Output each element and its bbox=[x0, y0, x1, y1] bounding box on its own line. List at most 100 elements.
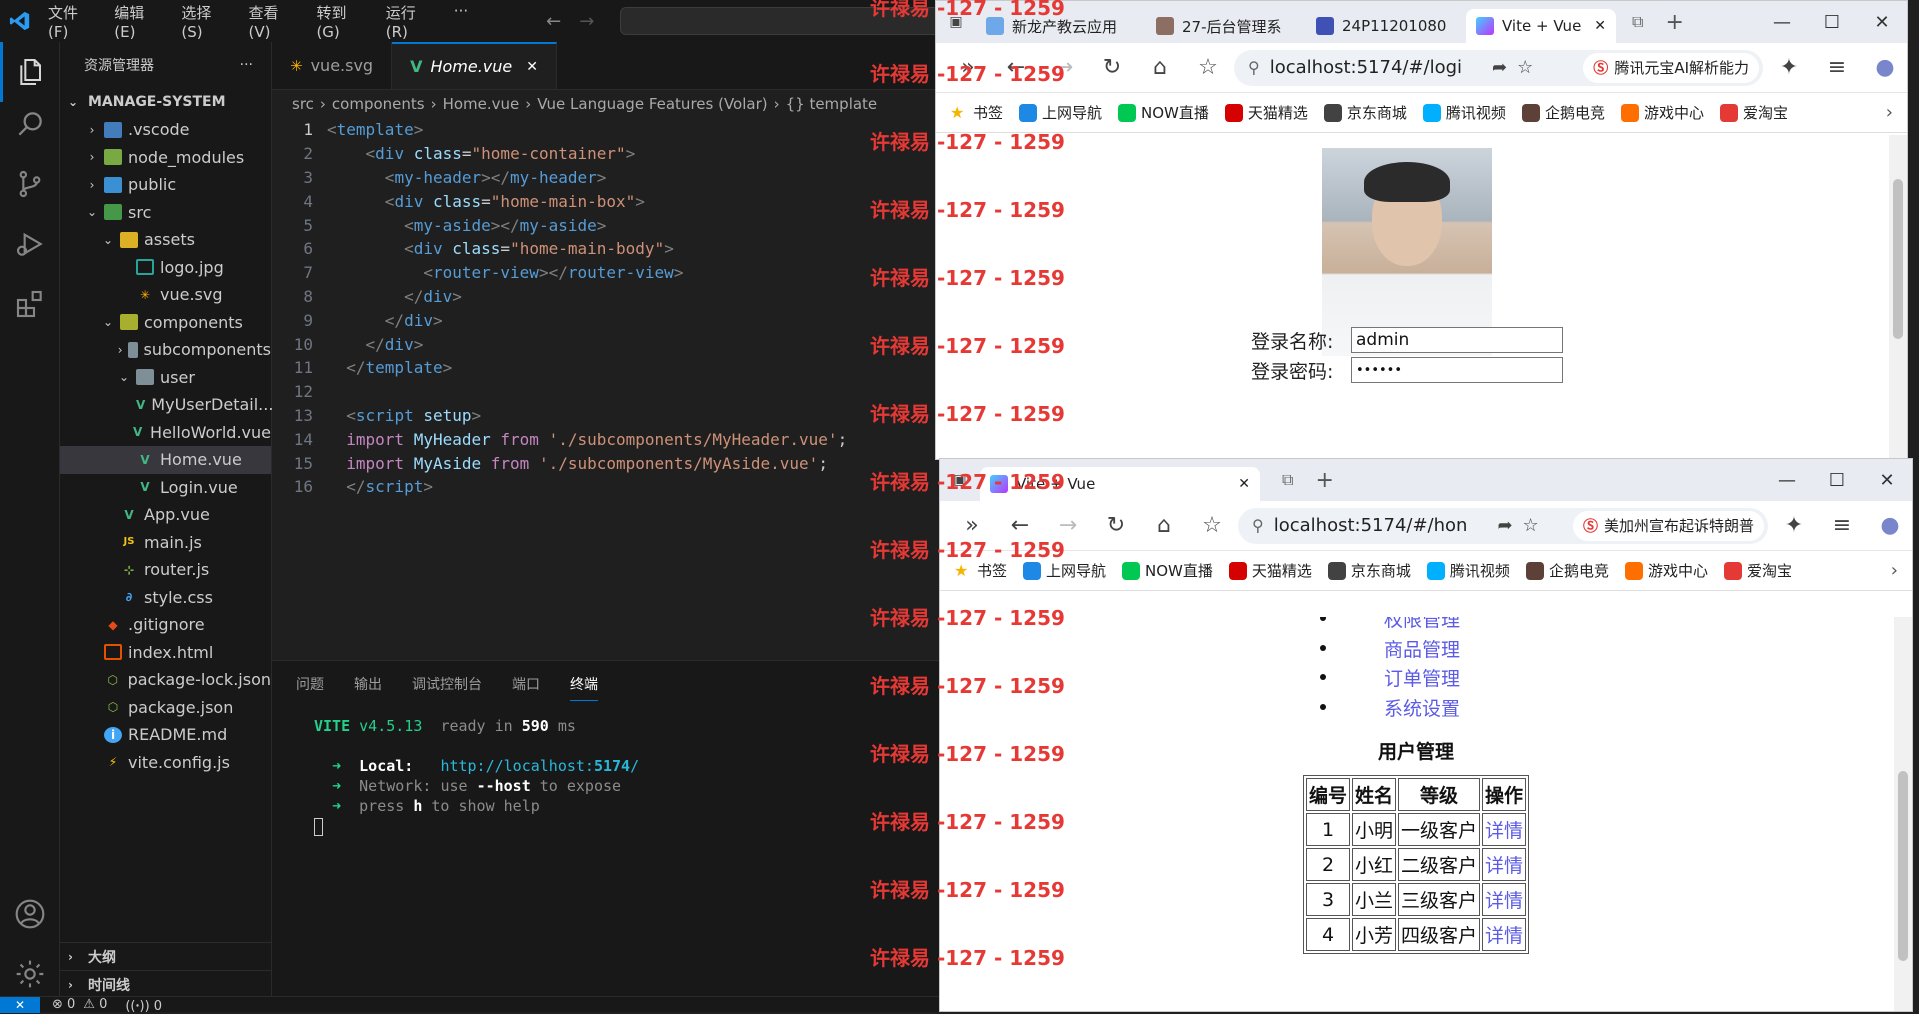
share-icon[interactable]: ➦ bbox=[1492, 57, 1507, 78]
menu-item[interactable]: 编辑(E) bbox=[106, 2, 173, 41]
local-url[interactable]: http://localhost:5174/ bbox=[440, 757, 639, 775]
tree-item[interactable]: logo.jpg bbox=[60, 254, 271, 282]
close-tab-icon[interactable]: ✕ bbox=[1238, 476, 1250, 492]
breadcrumb-item[interactable]: Vue Language Features (Volar) bbox=[537, 95, 767, 113]
source-control-icon[interactable] bbox=[0, 154, 60, 214]
tree-item[interactable]: V HelloWorld.vue bbox=[60, 419, 271, 447]
terminal[interactable]: VITE v4.5.13 ready in 590 ms ➜ Local: ht… bbox=[272, 707, 940, 837]
bookmark-item[interactable]: 游戏中心 bbox=[1624, 560, 1708, 581]
side-menu-item[interactable]: 系统设置 bbox=[1320, 694, 1460, 721]
breadcrumb-item[interactable]: {} template bbox=[786, 95, 878, 113]
bookmark-item[interactable]: 天猫精选 bbox=[1228, 560, 1312, 581]
breadcrumb-item[interactable]: src bbox=[292, 95, 314, 113]
menu-item[interactable]: 运行(R) bbox=[378, 2, 446, 41]
home-icon[interactable]: ⌂ bbox=[1142, 513, 1186, 538]
tree-item[interactable]: › node_modules bbox=[60, 144, 271, 172]
tree-item[interactable]: V Login.vue bbox=[60, 474, 271, 502]
reload-icon[interactable]: ↻ bbox=[1090, 55, 1134, 80]
tree-item[interactable]: ⊹ router.js bbox=[60, 556, 271, 584]
close-window-icon[interactable]: ✕ bbox=[1862, 470, 1912, 491]
side-menu-item[interactable]: 权限管理 bbox=[1320, 617, 1460, 632]
maximize-icon[interactable]: ☐ bbox=[1807, 12, 1857, 33]
bookmark-item[interactable]: 游戏中心 bbox=[1620, 102, 1704, 123]
tab-search-icon[interactable]: ⧉ bbox=[1282, 470, 1293, 490]
menu-item[interactable]: 选择(S) bbox=[173, 2, 240, 41]
timeline-section[interactable]: › 时间线 bbox=[60, 970, 272, 998]
explorer-more-icon[interactable]: ··· bbox=[240, 57, 253, 73]
bookmark-item[interactable]: 爱淘宝 bbox=[1723, 560, 1792, 581]
detail-link[interactable]: 详情 bbox=[1482, 848, 1527, 881]
tree-item[interactable]: ∂ style.css bbox=[60, 584, 271, 612]
address-bar[interactable]: ⚲ localhost:5174/#/logi ➦ ☆ Ⓢ 腾讯元宝AI解析能力 bbox=[1234, 49, 1763, 86]
tree-item[interactable]: ✳ vue.svg bbox=[60, 281, 271, 309]
tab-search-icon[interactable]: ⧉ bbox=[1632, 12, 1643, 32]
close-window-icon[interactable]: ✕ bbox=[1857, 12, 1907, 33]
tree-item[interactable]: index.html bbox=[60, 639, 271, 667]
side-menu-item[interactable]: 商品管理 bbox=[1320, 635, 1460, 662]
bookmarks-overflow-icon[interactable]: › bbox=[1891, 560, 1898, 581]
tree-item[interactable]: › subcomponents bbox=[60, 336, 271, 364]
minimize-icon[interactable]: — bbox=[1757, 12, 1807, 33]
browser-tab[interactable]: 27-后台管理系 bbox=[1146, 9, 1306, 43]
panel-tab[interactable]: 端口 bbox=[512, 674, 540, 694]
close-icon[interactable]: ✕ bbox=[526, 59, 538, 75]
tree-item[interactable]: ⌄ components bbox=[60, 309, 271, 337]
share-icon[interactable]: ➦ bbox=[1497, 515, 1512, 536]
tree-item[interactable]: ⌄ user bbox=[60, 364, 271, 392]
menu-item[interactable]: 文件(F) bbox=[40, 2, 106, 41]
scrollbar-thumb[interactable] bbox=[1893, 179, 1903, 339]
detail-link[interactable]: 详情 bbox=[1482, 918, 1527, 951]
bookmark-item[interactable]: 京东商城 bbox=[1327, 560, 1411, 581]
search-icon[interactable] bbox=[0, 94, 60, 154]
home-icon[interactable]: ⌂ bbox=[1138, 55, 1182, 80]
ai-suggestion[interactable]: Ⓢ 腾讯元宝AI解析能力 bbox=[1583, 52, 1759, 83]
tab-home-vue[interactable]: V Home.vue ✕ bbox=[392, 42, 557, 89]
bookmark-item[interactable]: 天猫精选 bbox=[1224, 102, 1308, 123]
side-menu-item[interactable]: 订单管理 bbox=[1320, 664, 1460, 691]
run-debug-icon[interactable] bbox=[0, 214, 60, 274]
close-tab-icon[interactable]: ✕ bbox=[1594, 18, 1606, 34]
bookmark-item[interactable]: 上网导航 bbox=[1019, 102, 1102, 123]
tree-item[interactable]: ⌄ src bbox=[60, 199, 271, 227]
errors-count[interactable]: ⊗ 0 bbox=[52, 997, 75, 1012]
browser-tab-active[interactable]: Vite + Vue ✕ bbox=[1466, 9, 1616, 43]
extensions-icon[interactable]: ✦ bbox=[1767, 55, 1811, 80]
tree-item[interactable]: ◆ .gitignore bbox=[60, 611, 271, 639]
bookmark-item[interactable]: NOW直播 bbox=[1118, 102, 1209, 123]
tree-item[interactable]: i README.md bbox=[60, 721, 271, 749]
star-icon[interactable]: ☆ bbox=[1186, 55, 1230, 80]
scrollbar[interactable] bbox=[1894, 617, 1912, 1011]
bookmarks-overflow-icon[interactable]: › bbox=[1886, 102, 1893, 123]
remote-indicator[interactable]: ✕ bbox=[0, 996, 40, 1013]
explorer-icon[interactable] bbox=[0, 42, 60, 102]
star-icon[interactable]: ☆ bbox=[1190, 513, 1234, 538]
breadcrumb-item[interactable]: components bbox=[332, 95, 425, 113]
panel-tab[interactable]: 终端 bbox=[570, 674, 598, 701]
outline-section[interactable]: › 大纲 bbox=[60, 942, 272, 970]
menu-item[interactable]: ··· bbox=[446, 2, 476, 41]
favorite-icon[interactable]: ☆ bbox=[1517, 57, 1533, 78]
ai-suggestion[interactable]: Ⓢ 美加州宣布起诉特朗普 bbox=[1572, 510, 1764, 541]
tree-item[interactable]: V MyUserDetail... bbox=[60, 391, 273, 419]
tree-item[interactable]: JS main.js bbox=[60, 529, 271, 557]
address-bar[interactable]: ⚲ localhost:5174/#/hon ➦ ☆ Ⓢ 美加州宣布起诉特朗普 bbox=[1238, 507, 1768, 544]
profile-icon[interactable]: ● bbox=[1868, 513, 1912, 538]
panel-tab[interactable]: 输出 bbox=[354, 674, 382, 694]
tree-item[interactable]: ⌄ assets bbox=[60, 226, 271, 254]
workspace-root[interactable]: ⌄ MANAGE-SYSTEM bbox=[60, 88, 271, 116]
tree-item[interactable]: V Home.vue bbox=[60, 446, 271, 474]
login-name-input[interactable]: admin bbox=[1351, 327, 1563, 353]
browser-tab[interactable]: 24P11201080 bbox=[1306, 9, 1466, 43]
new-tab-icon[interactable]: + bbox=[1315, 468, 1333, 493]
maximize-icon[interactable]: ☐ bbox=[1812, 470, 1862, 491]
breadcrumb-item[interactable]: Home.vue bbox=[443, 95, 520, 113]
tree-item[interactable]: ⬡ package-lock.json bbox=[60, 666, 271, 694]
bookmark-item[interactable]: ★ 书签 bbox=[954, 560, 1007, 581]
menu-item[interactable]: 查看(V) bbox=[241, 2, 309, 41]
minimize-icon[interactable]: — bbox=[1762, 470, 1812, 491]
tree-item[interactable]: › public bbox=[60, 171, 271, 199]
profile-icon[interactable]: ● bbox=[1863, 55, 1907, 80]
bookmark-item[interactable]: ★ 书签 bbox=[950, 102, 1003, 123]
bookmark-item[interactable]: 爱淘宝 bbox=[1719, 102, 1788, 123]
menu-icon[interactable]: ≡ bbox=[1820, 513, 1864, 538]
